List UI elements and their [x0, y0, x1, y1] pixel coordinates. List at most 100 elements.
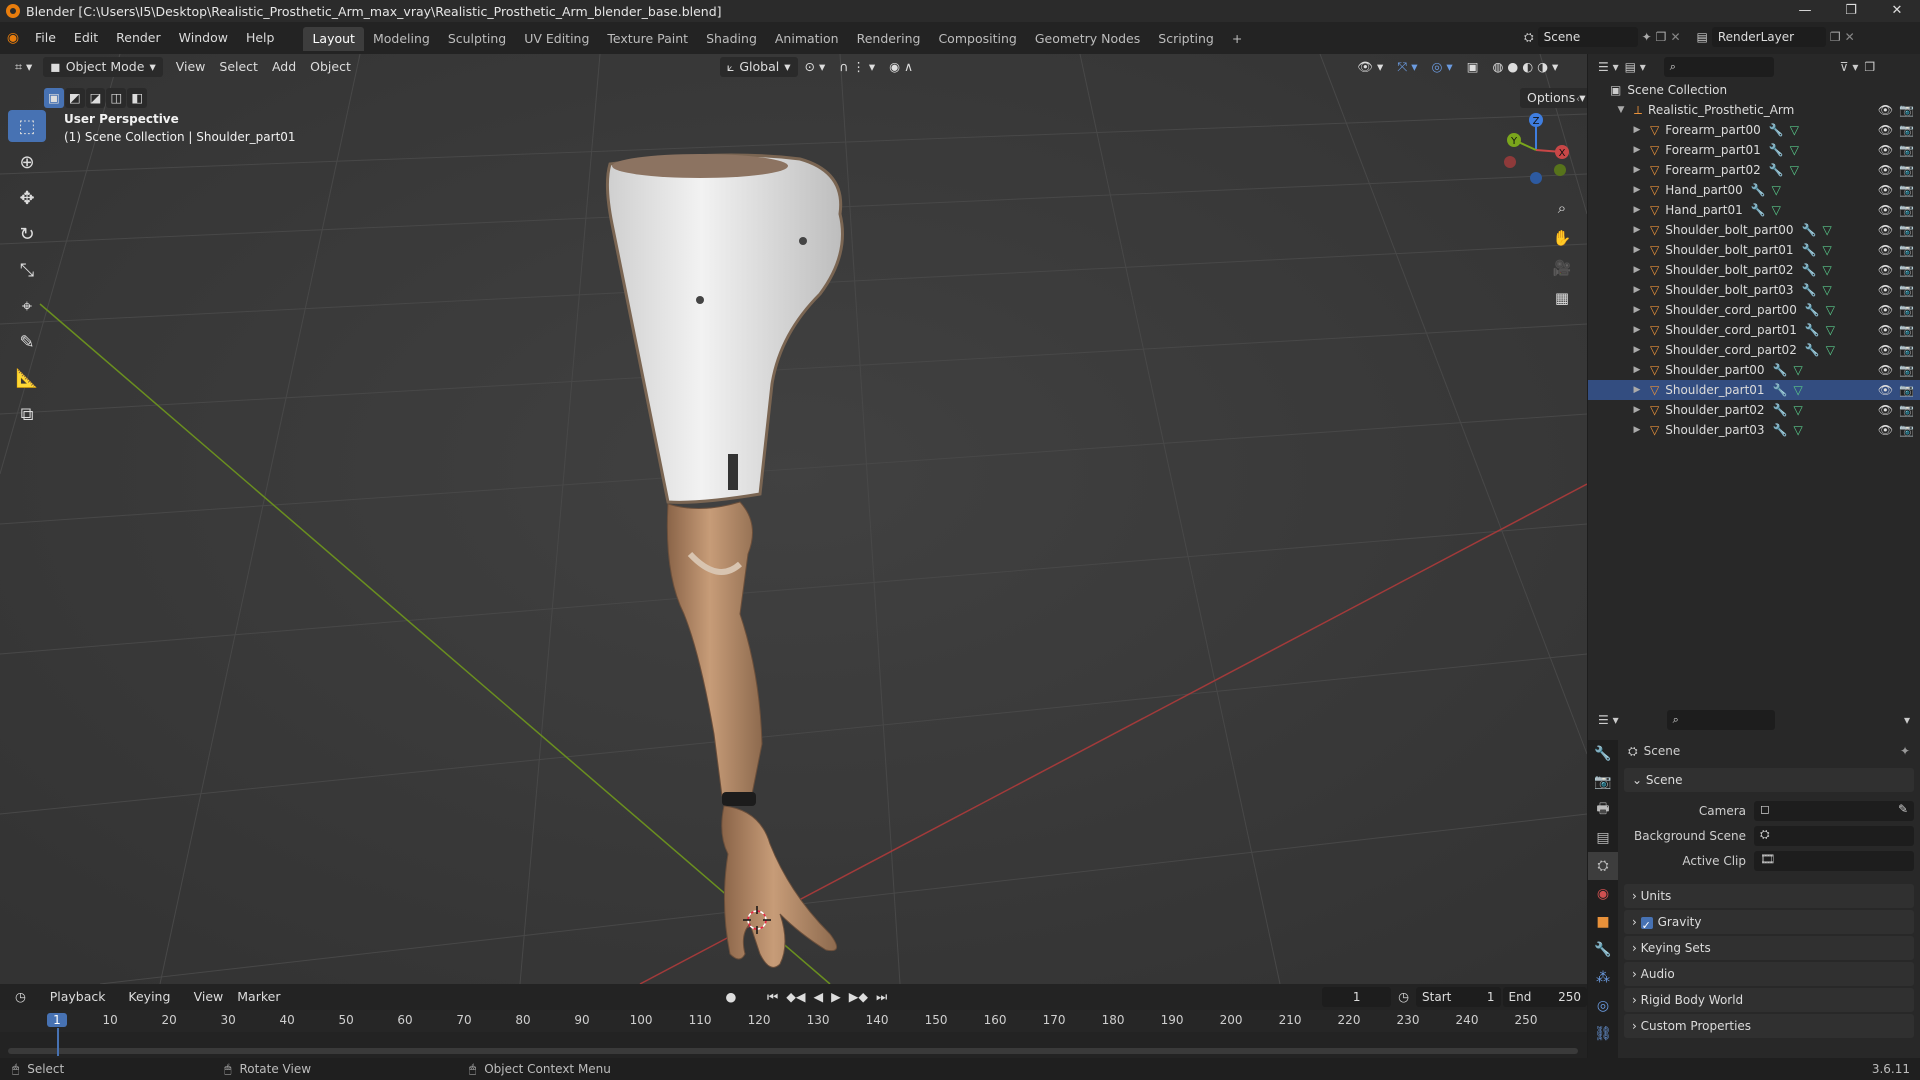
- menu-select[interactable]: Select: [212, 57, 265, 77]
- camera-icon[interactable]: 📷: [1899, 423, 1914, 437]
- shading-solid-icon[interactable]: ◍ ● ◐ ◑ ▾: [1486, 57, 1566, 77]
- eye-icon[interactable]: 👁: [1878, 363, 1893, 377]
- filter-icon[interactable]: ⊽ ▾: [1840, 60, 1859, 74]
- camera-icon[interactable]: 📷: [1899, 123, 1914, 137]
- keying-sets-panel-header[interactable]: › Keying Sets: [1624, 936, 1914, 960]
- chevron-right-icon[interactable]: ▶: [1630, 205, 1644, 215]
- eye-icon[interactable]: 👁: [1878, 423, 1893, 437]
- mesh-data-icon[interactable]: ▽: [1772, 183, 1781, 197]
- prev-keyframe-icon[interactable]: ◆◀: [782, 987, 809, 1007]
- chevron-right-icon[interactable]: ▶: [1630, 285, 1644, 295]
- new-view-layer-icon[interactable]: ❐: [1830, 30, 1841, 44]
- eye-icon[interactable]: 👁: [1878, 203, 1893, 217]
- modifier-wrench-icon[interactable]: 🔧: [1802, 263, 1817, 277]
- camera-icon[interactable]: 📷: [1899, 283, 1914, 297]
- modifier-wrench-icon[interactable]: 🔧: [1769, 163, 1784, 177]
- mode-selector[interactable]: ◼ Object Mode ▾: [43, 57, 163, 77]
- play-reverse-icon[interactable]: ◀: [810, 987, 828, 1007]
- outliner-object-row[interactable]: ▶ ▽ Hand_part00 🔧 ▽ 👁 📷: [1588, 180, 1920, 200]
- move-tool-icon[interactable]: ✥: [8, 182, 46, 214]
- eye-icon[interactable]: 👁: [1878, 143, 1893, 157]
- pan-hand-icon[interactable]: ✋: [1548, 224, 1576, 252]
- chevron-right-icon[interactable]: ▶: [1630, 225, 1644, 235]
- modifier-wrench-icon[interactable]: 🔧: [1773, 403, 1788, 417]
- modifier-wrench-icon[interactable]: 🔧: [1751, 183, 1766, 197]
- next-keyframe-icon[interactable]: ▶◆: [845, 987, 872, 1007]
- menu-marker[interactable]: Marker: [230, 987, 287, 1007]
- new-scene-icon[interactable]: ❐: [1656, 30, 1667, 44]
- outliner-object-row[interactable]: ▶ ▽ Shoulder_bolt_part02 🔧 ▽ 👁 📷: [1588, 260, 1920, 280]
- outliner-object-row[interactable]: ▶ ▽ Shoulder_cord_part00 🔧 ▽ 👁 📷: [1588, 300, 1920, 320]
- outliner-object-row[interactable]: ▶ ▽ Shoulder_bolt_part01 🔧 ▽ 👁 📷: [1588, 240, 1920, 260]
- units-panel-header[interactable]: › Units: [1624, 884, 1914, 908]
- jump-end-icon[interactable]: ⏭: [872, 987, 891, 1007]
- gravity-checkbox[interactable]: [1640, 914, 1653, 938]
- eye-icon[interactable]: 👁: [1878, 383, 1893, 397]
- play-icon[interactable]: ▶: [827, 987, 845, 1007]
- overlays-toggle-icon[interactable]: ◎ ▾: [1425, 57, 1460, 77]
- rotate-tool-icon[interactable]: ↻: [8, 218, 46, 250]
- outliner-search-input[interactable]: ⌕: [1663, 57, 1774, 77]
- menu-edit[interactable]: Edit: [65, 22, 107, 54]
- visibility-icon[interactable]: 👁 ▾: [1350, 57, 1390, 77]
- mesh-data-icon[interactable]: ▽: [1790, 123, 1799, 137]
- tab-texture-paint[interactable]: Texture Paint: [598, 27, 697, 51]
- blender-menu-icon[interactable]: ◉: [0, 30, 26, 46]
- mesh-data-icon[interactable]: ▽: [1826, 303, 1835, 317]
- camera-icon[interactable]: 📷: [1899, 203, 1914, 217]
- editor-type-icon[interactable]: ⌗ ▾: [8, 57, 39, 77]
- record-keyframe-icon[interactable]: ● ▾: [719, 987, 754, 1024]
- mesh-data-icon[interactable]: ▽: [1794, 363, 1803, 377]
- modifier-wrench-icon[interactable]: 🔧: [1769, 143, 1784, 157]
- proportional-edit-icon[interactable]: ◉ ∧: [882, 57, 920, 77]
- select-invert-icon[interactable]: ◫: [106, 88, 127, 108]
- modifier-wrench-icon[interactable]: 🔧: [1773, 423, 1788, 437]
- select-box-tool-icon[interactable]: ⬚: [8, 110, 46, 142]
- pin-icon[interactable]: ✦: [1642, 30, 1652, 44]
- chevron-right-icon[interactable]: ▶: [1630, 145, 1644, 155]
- select-extend-icon[interactable]: ◩: [64, 88, 85, 108]
- delete-scene-icon[interactable]: ✕: [1670, 30, 1680, 44]
- camera-icon[interactable]: 📷: [1899, 303, 1914, 317]
- cursor-tool-icon[interactable]: ⊕: [8, 146, 46, 178]
- camera-icon[interactable]: 📷: [1899, 163, 1914, 177]
- annotate-tool-icon[interactable]: ✎: [8, 326, 46, 358]
- scene-collection-row[interactable]: ▣ Scene Collection: [1588, 80, 1920, 100]
- eye-icon[interactable]: 👁: [1878, 323, 1893, 337]
- chevron-right-icon[interactable]: ▶: [1630, 165, 1644, 175]
- tab-compositing[interactable]: Compositing: [929, 27, 1025, 51]
- chevron-right-icon[interactable]: ▶: [1630, 365, 1644, 375]
- delete-view-layer-icon[interactable]: ✕: [1845, 30, 1855, 44]
- mesh-data-icon[interactable]: ▽: [1794, 403, 1803, 417]
- eye-icon[interactable]: 👁: [1878, 343, 1893, 357]
- eyedropper-icon[interactable]: ✎: [1898, 802, 1908, 816]
- outliner-object-row[interactable]: ▶ ▽ Shoulder_part03 🔧 ▽ 👁 📷: [1588, 420, 1920, 440]
- chevron-right-icon[interactable]: ▶: [1630, 345, 1644, 355]
- chevron-right-icon[interactable]: ▶: [1630, 265, 1644, 275]
- mesh-data-icon[interactable]: ▽: [1790, 163, 1799, 177]
- camera-icon[interactable]: 📷: [1899, 223, 1914, 237]
- zoom-icon[interactable]: ⌕: [1548, 194, 1576, 222]
- eye-icon[interactable]: 👁: [1878, 403, 1893, 417]
- mesh-data-icon[interactable]: ▽: [1823, 263, 1832, 277]
- chevron-right-icon[interactable]: ▶: [1630, 305, 1644, 315]
- menu-playback[interactable]: Playback ▾: [43, 987, 122, 1024]
- gravity-panel-header[interactable]: › Gravity: [1624, 910, 1914, 938]
- pivot-point-icon[interactable]: ⊙ ▾: [798, 57, 833, 77]
- tab-animation[interactable]: Animation: [766, 27, 848, 51]
- 3d-viewport[interactable]: ⌗ ▾ ◼ Object Mode ▾ View Select Add Obje…: [0, 54, 1587, 984]
- mesh-data-icon[interactable]: ▽: [1823, 223, 1832, 237]
- tab-modeling[interactable]: Modeling: [364, 27, 439, 51]
- transform-orientation-selector[interactable]: ⟀ Global ▾: [719, 57, 798, 77]
- camera-icon[interactable]: 📷: [1899, 323, 1914, 337]
- scene-selector[interactable]: Scene: [1537, 27, 1638, 47]
- mesh-data-icon[interactable]: ▽: [1794, 423, 1803, 437]
- chevron-right-icon[interactable]: ▶: [1630, 125, 1644, 135]
- camera-view-icon[interactable]: 🎥: [1548, 254, 1576, 282]
- outliner-object-row[interactable]: ▶ ▽ Forearm_part02 🔧 ▽ 👁 📷: [1588, 160, 1920, 180]
- timeline-editor-icon[interactable]: ◷ ▾: [8, 987, 43, 1024]
- eye-icon[interactable]: 👁: [1878, 123, 1893, 137]
- select-subtract-icon[interactable]: ◪: [85, 88, 106, 108]
- snap-icon[interactable]: ∩ ⋮ ▾: [832, 57, 882, 77]
- modifier-wrench-icon[interactable]: 🔧: [1773, 363, 1788, 377]
